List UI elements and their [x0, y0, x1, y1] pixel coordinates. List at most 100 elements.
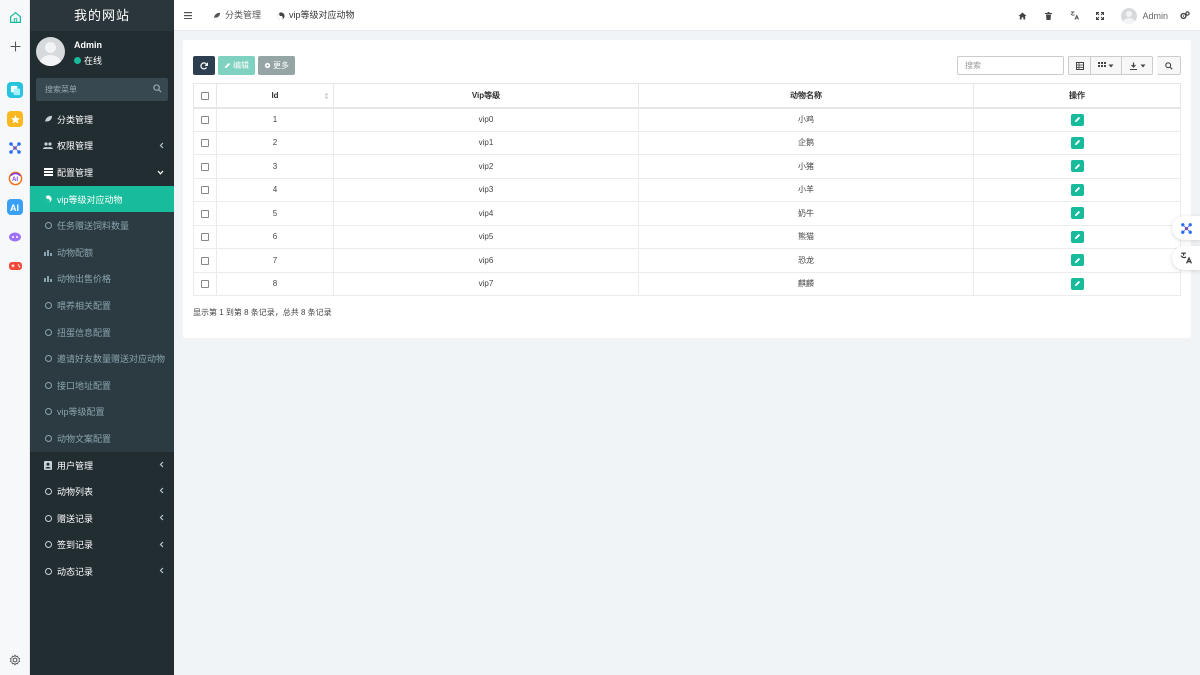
- sidebar-item-api-config[interactable]: 接口地址配置: [30, 371, 174, 399]
- extension-rail: AI AI: [0, 0, 30, 675]
- sidebar-item-gacha-config[interactable]: 扭蛋信息配置: [30, 318, 174, 346]
- column-header-id[interactable]: Id: [216, 83, 334, 109]
- table-row[interactable]: 1 vip0 小鸡: [193, 107, 1181, 132]
- translate-icon[interactable]: [1061, 11, 1087, 20]
- tab-vip-animal[interactable]: vip等级对应动物: [277, 0, 355, 31]
- row-edit-button[interactable]: [1070, 183, 1084, 196]
- sidebar-item-vip-animal[interactable]: vip等级对应动物: [30, 185, 174, 213]
- refresh-button[interactable]: [193, 56, 215, 75]
- app-game-icon[interactable]: [7, 258, 23, 274]
- table-row[interactable]: 6 vip5 熊猫: [193, 225, 1181, 249]
- circle-icon: [43, 434, 53, 442]
- cell-id: 8: [216, 272, 334, 296]
- fullscreen-icon[interactable]: [1087, 11, 1113, 20]
- row-checkbox[interactable]: [201, 162, 209, 171]
- menu-search-input[interactable]: [36, 78, 146, 101]
- trash-icon[interactable]: [1035, 11, 1061, 20]
- app-purple-icon[interactable]: [7, 229, 23, 245]
- settings-icon[interactable]: [7, 652, 23, 668]
- site-logo[interactable]: 我的网站: [30, 0, 174, 31]
- edit-button[interactable]: 编辑: [218, 56, 255, 75]
- row-select-cell: [193, 248, 217, 273]
- row-checkbox[interactable]: [201, 233, 209, 242]
- sidebar-item-config[interactable]: 配置管理: [30, 159, 174, 186]
- sidebar-item-users[interactable]: 用户管理: [30, 452, 174, 479]
- sidebar-item-activity-records[interactable]: 动态记录: [30, 558, 174, 585]
- app-star-icon[interactable]: [7, 111, 23, 127]
- user-card-icon: [43, 460, 53, 470]
- sidebar-item-invite-reward[interactable]: 邀请好友数量赠送对应动物: [30, 345, 174, 372]
- search-button[interactable]: [1157, 56, 1181, 75]
- column-header-vip[interactable]: Vip等级: [333, 83, 639, 109]
- table-row[interactable]: 7 vip6 恐龙: [193, 248, 1181, 273]
- row-checkbox[interactable]: [201, 139, 209, 148]
- floating-translate-widget[interactable]: [1172, 246, 1200, 270]
- app-network-icon[interactable]: [7, 140, 23, 156]
- row-edit-button[interactable]: [1070, 136, 1084, 149]
- sidebar-item-animal-copy[interactable]: 动物文案配置: [30, 425, 174, 452]
- cell-actions: [973, 178, 1181, 202]
- sidebar-item-permissions[interactable]: 权限管理: [30, 133, 174, 160]
- menu-toggle-icon[interactable]: [184, 11, 192, 21]
- home-icon[interactable]: [7, 9, 23, 25]
- gears-icon[interactable]: [1180, 11, 1190, 20]
- table-row[interactable]: 5 vip4 奶牛: [193, 201, 1181, 226]
- select-all-checkbox[interactable]: [201, 91, 209, 100]
- row-checkbox[interactable]: [201, 115, 209, 124]
- sidebar-item-checkin-records[interactable]: 签到记录: [30, 532, 174, 559]
- sidebar-item-label: 赠送记录: [57, 513, 94, 524]
- column-header-animal[interactable]: 动物名称: [638, 83, 974, 109]
- cell-animal: 熊猫: [638, 225, 974, 249]
- row-checkbox[interactable]: [201, 186, 209, 195]
- sidebar-item-gift-records[interactable]: 赠送记录: [30, 505, 174, 532]
- sidebar-item-category[interactable]: 分类管理: [30, 106, 174, 133]
- leaf-icon: [213, 12, 221, 19]
- row-checkbox[interactable]: [201, 209, 209, 218]
- more-button[interactable]: 更多: [258, 56, 295, 75]
- app-ai-icon[interactable]: AI: [7, 199, 23, 215]
- columns-dropdown-button[interactable]: [1091, 56, 1122, 75]
- cell-id: 3: [216, 154, 334, 179]
- sidebar-item-label: 分类管理: [57, 114, 94, 125]
- home-icon[interactable]: [1009, 11, 1035, 20]
- pencil-icon: [1074, 234, 1080, 240]
- table-toolbar: 编辑 更多: [193, 56, 298, 75]
- table-row[interactable]: 2 vip1 企鹅: [193, 131, 1181, 155]
- avatar[interactable]: [1121, 7, 1138, 24]
- toggle-view-button[interactable]: [1068, 56, 1091, 75]
- app-translate-icon[interactable]: [7, 82, 23, 98]
- row-edit-button[interactable]: [1070, 254, 1084, 267]
- row-edit-button[interactable]: [1070, 207, 1084, 220]
- export-dropdown-button[interactable]: [1122, 56, 1153, 75]
- row-select-cell: [193, 272, 217, 296]
- sort-icon[interactable]: [324, 92, 329, 102]
- tab-category[interactable]: 分类管理: [213, 0, 261, 31]
- row-edit-button[interactable]: [1070, 160, 1084, 173]
- column-header-actions: 操作: [973, 83, 1181, 109]
- sidebar-item-animal-quota[interactable]: 动物配额: [30, 238, 174, 266]
- search-icon[interactable]: [153, 84, 162, 95]
- table-search-input[interactable]: [957, 56, 1064, 75]
- table-row[interactable]: 8 vip7 麒麟: [193, 272, 1181, 296]
- sidebar-item-feeding-config[interactable]: 喂养相关配置: [30, 292, 174, 319]
- cog-icon: [264, 62, 271, 69]
- sidebar-item-animal-price[interactable]: 动物出售价格: [30, 265, 174, 293]
- table-row[interactable]: 3 vip2 小猪: [193, 154, 1181, 179]
- row-edit-button[interactable]: [1070, 113, 1084, 126]
- cell-vip: vip5: [333, 225, 639, 249]
- floating-network-widget[interactable]: [1172, 216, 1200, 240]
- sidebar-item-vip-config[interactable]: vip等级配置: [30, 398, 174, 426]
- app-ai-ring-icon[interactable]: AI: [7, 170, 23, 186]
- sidebar-item-task-feed[interactable]: 任务赠送饲料数量: [30, 212, 174, 239]
- navbar-user-name[interactable]: Admin: [1142, 11, 1168, 21]
- cell-animal: 奶牛: [638, 201, 974, 226]
- row-checkbox[interactable]: [201, 280, 209, 289]
- table-row[interactable]: 4 vip3 小羊: [193, 178, 1181, 202]
- row-edit-button[interactable]: [1070, 230, 1084, 243]
- row-checkbox[interactable]: [201, 256, 209, 265]
- row-edit-button[interactable]: [1070, 277, 1084, 290]
- sidebar-item-animal-list[interactable]: 动物列表: [30, 478, 174, 505]
- plus-icon[interactable]: [7, 38, 23, 54]
- table-view-icon: [1075, 61, 1084, 70]
- chevron-left-icon: [159, 487, 164, 496]
